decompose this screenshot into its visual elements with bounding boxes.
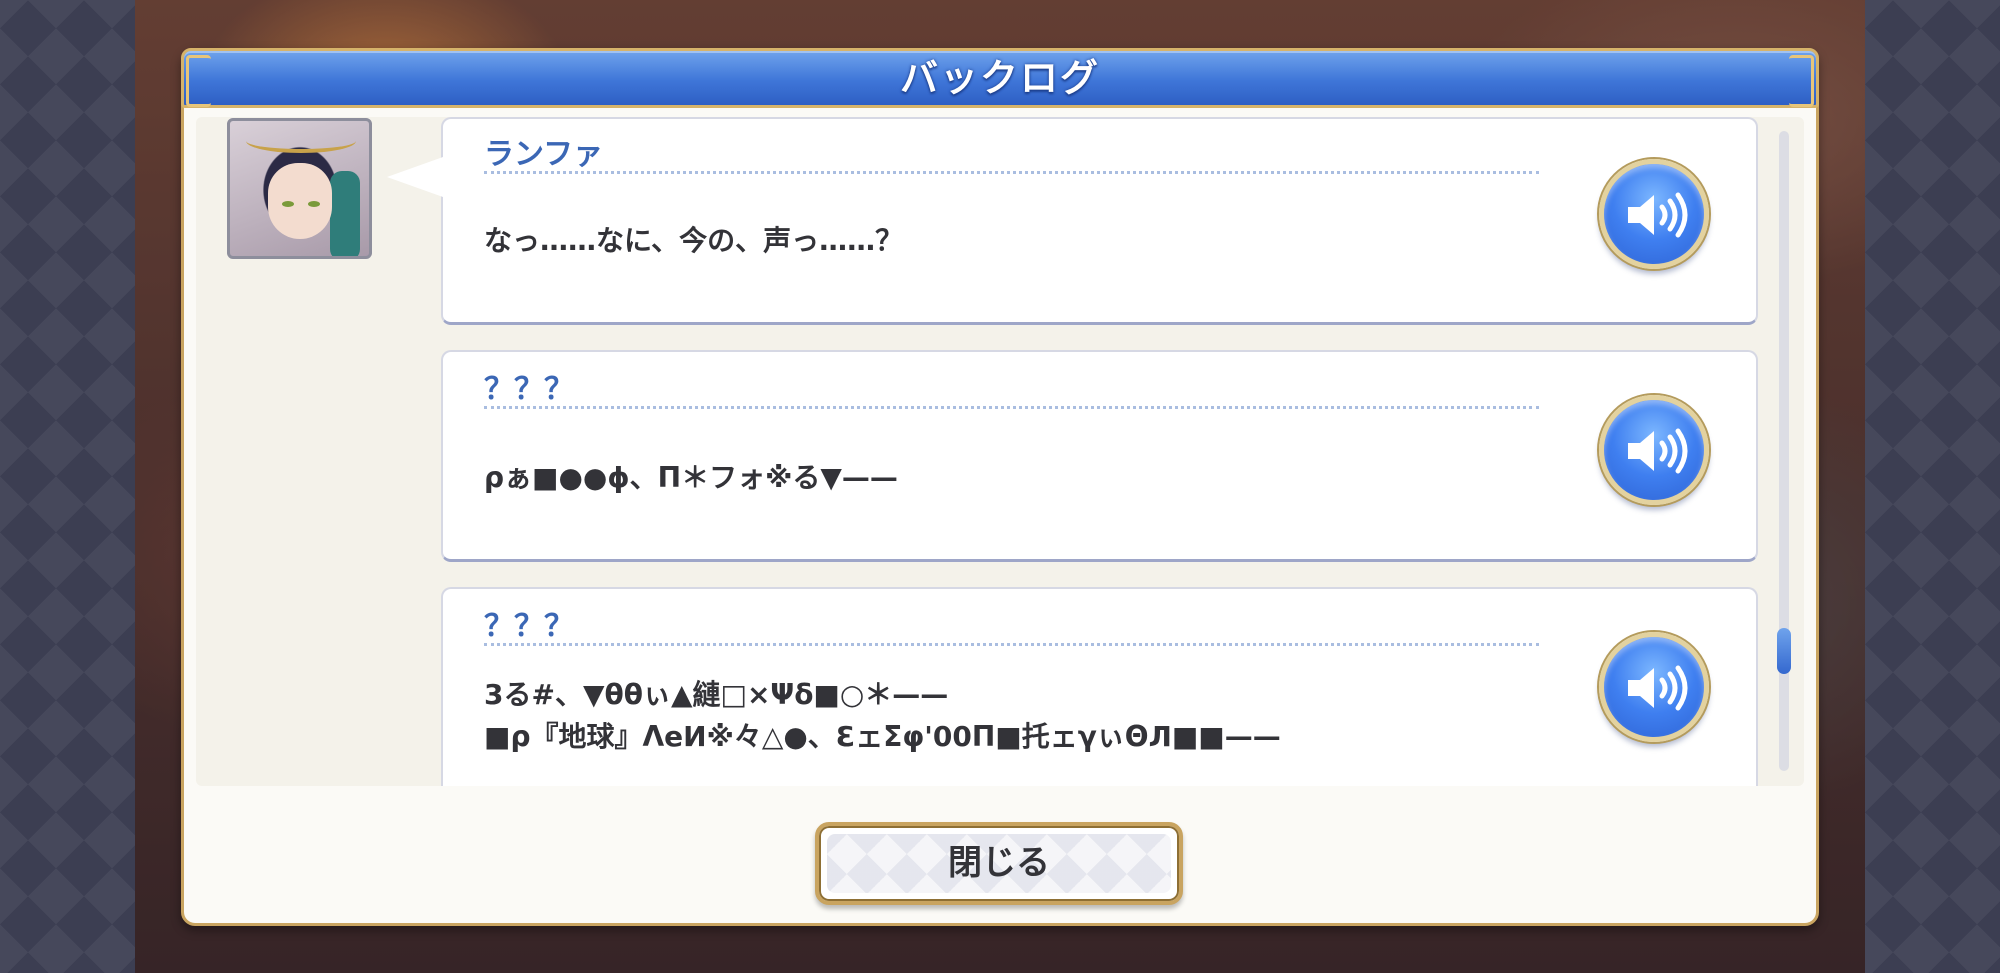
scrollbar-thumb[interactable] [1777, 628, 1791, 674]
dialogue-text: 3る#、▼θθぃ▲縺□×Ψδ■○＊—— [484, 678, 949, 711]
speaker-sound-icon [1628, 665, 1688, 711]
scrollbar-track[interactable] [1779, 131, 1789, 771]
close-button-label: 閉じる [948, 843, 1050, 883]
name-separator [484, 643, 1539, 646]
speaker-name: ？？？ [484, 609, 574, 644]
dialogue-text: ■ρ『地球』ΛeИ※々△●、ƐェΣφ'00Π■托ェγぃΘЛ■■—— [484, 720, 1281, 753]
close-button[interactable]: 閉じる [815, 822, 1183, 905]
log-entry: ？？？ 3る#、▼θθぃ▲縺□×Ψδ■○＊—— ■ρ『地球』ΛeИ※々△●、Ɛェ… [441, 587, 1758, 786]
play-voice-button[interactable] [1599, 632, 1709, 742]
